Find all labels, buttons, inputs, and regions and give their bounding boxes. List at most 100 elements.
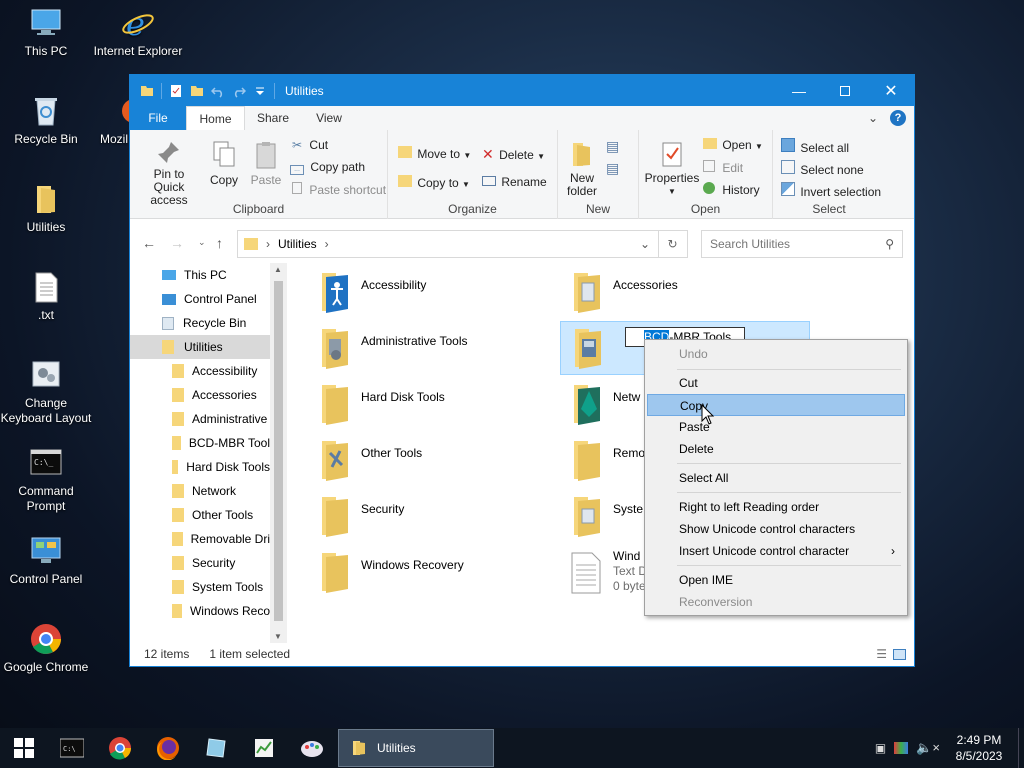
paste-shortcut-button[interactable]: Paste shortcut xyxy=(292,182,386,197)
volume-muted-icon[interactable]: 🔈× xyxy=(916,740,940,756)
select-all-button[interactable]: Select all xyxy=(781,138,849,155)
select-none-button[interactable]: Select none xyxy=(781,160,864,177)
up-arrow-icon[interactable]: ↑ xyxy=(216,235,223,251)
folder-item-security[interactable]: Security xyxy=(316,493,546,545)
nav-item-network[interactable]: Network xyxy=(172,479,270,503)
nav-item-bcd-mbr-tools[interactable]: BCD-MBR Tool xyxy=(172,431,270,455)
desktop-icon-this-pc[interactable]: This PC xyxy=(0,6,92,59)
details-view-icon[interactable]: ☰ xyxy=(876,647,887,661)
nav-item-this-pc[interactable]: This PC xyxy=(162,263,227,287)
properties-button[interactable]: Properties ▼ xyxy=(643,140,701,198)
desktop-icon-change-keyboard-layout[interactable]: Change Keyboard Layout xyxy=(0,358,92,426)
tab-home[interactable]: Home xyxy=(186,106,245,130)
menu-item-cut[interactable]: Cut xyxy=(647,372,905,394)
large-icons-view-icon[interactable] xyxy=(893,648,906,660)
menu-item-copy[interactable]: Copy xyxy=(647,394,905,416)
recent-locations-icon[interactable]: ⌄ xyxy=(198,237,206,248)
tab-file[interactable]: File xyxy=(130,106,186,130)
copy-to-button[interactable]: Copy to ▼ xyxy=(398,175,470,190)
taskbar-app-blue[interactable] xyxy=(192,728,240,768)
properties-icon[interactable] xyxy=(169,84,183,98)
refresh-button[interactable]: ↻ xyxy=(658,230,688,258)
menu-item-open-ime[interactable]: Open IME xyxy=(647,569,905,591)
folder-item-administrative-tools[interactable]: Administrative Tools xyxy=(316,325,546,377)
menu-item-paste[interactable]: Paste xyxy=(647,416,905,438)
new-folder-button[interactable]: New folder xyxy=(564,140,600,198)
desktop-icon-google-chrome[interactable]: Google Chrome xyxy=(0,622,92,675)
menu-item-show-unicode[interactable]: Show Unicode control characters xyxy=(647,518,905,540)
expand-ribbon-icon[interactable]: ⌄ xyxy=(868,106,890,130)
nav-item-security[interactable]: Security xyxy=(172,551,270,575)
edit-button[interactable]: Edit xyxy=(703,160,743,175)
start-button[interactable] xyxy=(0,728,48,768)
tab-view[interactable]: View xyxy=(301,106,357,130)
taskbar-command-prompt[interactable]: C:\ xyxy=(48,728,96,768)
desktop-icon-utilities[interactable]: Utilities xyxy=(0,182,92,235)
search-input[interactable]: Search Utilities ⚲ xyxy=(701,230,903,258)
folder-item-accessories[interactable]: Accessories xyxy=(568,269,816,321)
desktop-icon-command-prompt[interactable]: C:\_ Command Prompt xyxy=(0,446,92,514)
clock[interactable]: 2:49 PM 8/5/2023 xyxy=(948,732,1010,764)
desktop-icon-internet-explorer[interactable]: e Internet Explorer xyxy=(92,5,184,59)
pin-to-quick-access-button[interactable]: Pin to Quick access xyxy=(136,140,202,207)
scrollbar-thumb[interactable] xyxy=(274,281,283,621)
show-desktop-button[interactable] xyxy=(1018,728,1024,768)
nav-item-accessories[interactable]: Accessories xyxy=(172,383,270,407)
nav-item-removable-drive[interactable]: Removable Dri xyxy=(172,527,270,551)
address-bar[interactable]: › Utilities › ⌄ xyxy=(237,230,659,258)
nav-item-system-tools[interactable]: System Tools xyxy=(172,575,270,599)
forward-arrow-icon[interactable]: → xyxy=(170,235,184,251)
desktop-icon-control-panel[interactable]: Control Panel xyxy=(0,534,92,587)
nav-item-accessibility[interactable]: Accessibility xyxy=(172,359,270,383)
copy-path-button[interactable]: ... Copy path xyxy=(290,160,365,175)
invert-selection-button[interactable]: Invert selection xyxy=(781,182,881,199)
menu-item-reconversion[interactable]: Reconversion xyxy=(647,591,905,613)
nav-item-hard-disk-tools[interactable]: Hard Disk Tools xyxy=(172,455,270,479)
open-button[interactable]: Open ▼ xyxy=(703,138,763,152)
menu-item-select-all[interactable]: Select All xyxy=(647,467,905,489)
new-folder-icon[interactable] xyxy=(190,84,204,98)
help-icon[interactable]: ? xyxy=(890,106,914,130)
move-to-button[interactable]: Move to ▼ xyxy=(398,146,471,161)
folder-item-accessibility[interactable]: Accessibility xyxy=(316,269,546,321)
rename-button[interactable]: Rename xyxy=(482,175,547,189)
nav-item-other-tools[interactable]: Other Tools xyxy=(172,503,270,527)
scroll-up-icon[interactable]: ▲ xyxy=(274,265,282,274)
menu-item-undo[interactable]: Undo xyxy=(647,343,905,365)
folder-item-hard-disk-tools[interactable]: Hard Disk Tools xyxy=(316,381,546,433)
network-icon[interactable]: ▣ xyxy=(875,741,886,755)
redo-icon[interactable] xyxy=(232,84,246,98)
scroll-down-icon[interactable]: ▼ xyxy=(274,632,282,641)
delete-button[interactable]: ✕ Delete ▼ xyxy=(482,146,545,163)
minimize-button[interactable]: — xyxy=(776,75,822,106)
taskbar-app-paint[interactable] xyxy=(288,728,336,768)
taskbar-firefox[interactable] xyxy=(144,728,192,768)
menu-item-insert-unicode[interactable]: Insert Unicode control character › xyxy=(647,540,905,562)
back-arrow-icon[interactable]: ← xyxy=(142,235,156,251)
desktop-icon-txt[interactable]: .txt xyxy=(0,270,92,323)
cut-button[interactable]: ✂ Cut xyxy=(292,138,328,152)
nav-item-recycle-bin[interactable]: Recycle Bin xyxy=(162,311,246,335)
nav-item-utilities[interactable]: Utilities xyxy=(130,335,270,359)
easy-access-icon[interactable]: ▤ xyxy=(606,160,628,178)
customize-toolbar-icon[interactable] xyxy=(253,84,267,98)
nav-item-windows-recovery[interactable]: Windows Reco xyxy=(172,599,270,623)
desktop-icon-recycle-bin[interactable]: Recycle Bin xyxy=(0,94,92,147)
taskbar-app-chart[interactable] xyxy=(240,728,288,768)
nav-item-administrative[interactable]: Administrative xyxy=(172,407,270,431)
nav-item-control-panel[interactable]: Control Panel xyxy=(162,287,257,311)
history-button[interactable]: History xyxy=(703,182,760,197)
taskbar-chrome[interactable] xyxy=(96,728,144,768)
copy-button[interactable]: Copy xyxy=(204,140,244,187)
menu-item-delete[interactable]: Delete xyxy=(647,438,905,460)
taskbar-explorer-utilities[interactable]: Utilities xyxy=(338,729,494,767)
folder-item-windows-recovery[interactable]: Windows Recovery xyxy=(316,549,546,601)
new-item-icon[interactable]: ▤ xyxy=(606,138,628,156)
breadcrumb[interactable]: Utilities xyxy=(278,237,317,251)
menu-item-right-to-left[interactable]: Right to left Reading order xyxy=(647,496,905,518)
folder-item-other-tools[interactable]: Other Tools xyxy=(316,437,546,489)
close-button[interactable]: ✕ xyxy=(868,75,914,106)
paste-button[interactable]: Paste xyxy=(246,140,286,187)
nav-pane-scrollbar[interactable]: ▲ ▼ xyxy=(270,263,287,643)
tab-share[interactable]: Share xyxy=(245,106,301,130)
